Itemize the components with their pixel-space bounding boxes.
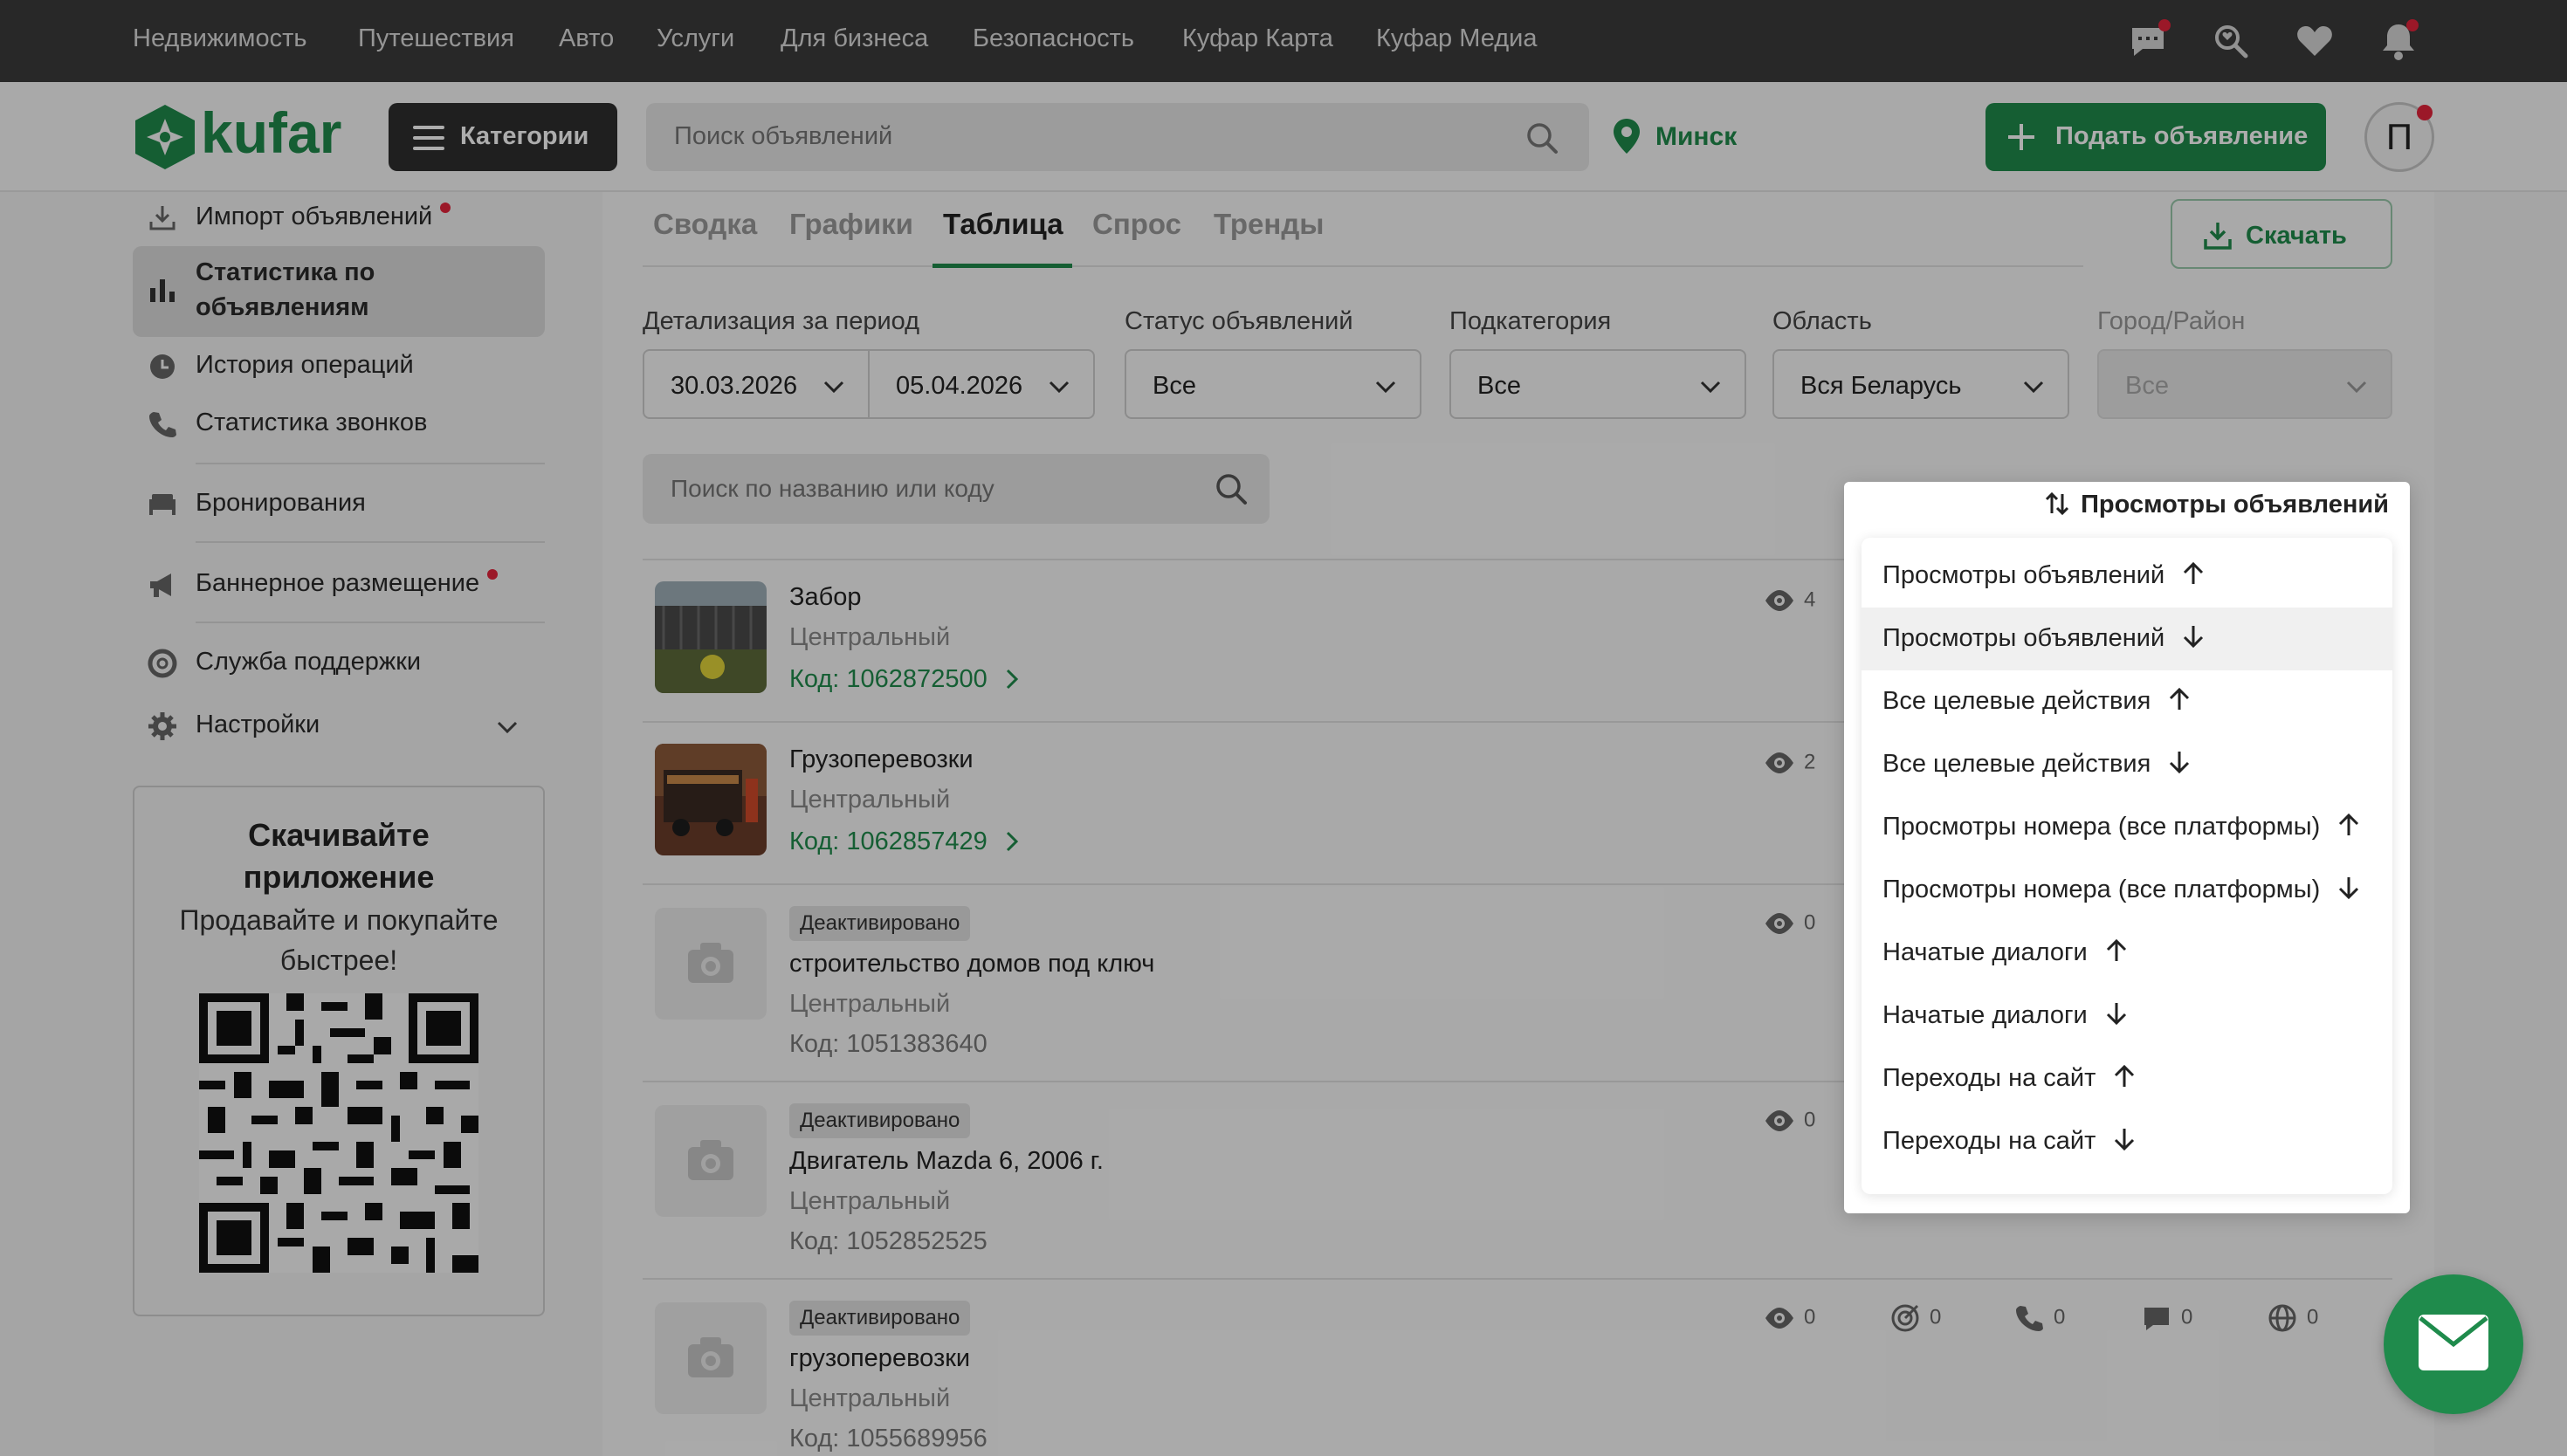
sort-option-targets-asc[interactable]: Все целевые действия [1862, 670, 2392, 733]
arrow-up-icon [2170, 688, 2190, 711]
arrow-up-icon [2106, 939, 2126, 962]
sort-options-list: Просмотры объявлений Просмотры объявлени… [1862, 538, 2392, 1194]
sort-icon [2046, 492, 2069, 516]
sort-option-label: Начатые диалоги [1882, 1001, 2088, 1029]
sort-current-label: Просмотры объявлений [2081, 491, 2389, 519]
sort-option-label: Переходы на сайт [1882, 1064, 2096, 1092]
arrow-down-icon [2339, 877, 2359, 900]
sort-option-label: Просмотры объявлений [1882, 624, 2165, 652]
sort-option-views-asc[interactable]: Просмотры объявлений [1862, 545, 2392, 608]
sort-option-label: Начатые диалоги [1882, 938, 2088, 966]
sort-option-dialogs-desc[interactable]: Начатые диалоги [1862, 985, 2392, 1047]
arrow-down-icon [2170, 752, 2190, 774]
contact-mail-button[interactable] [2384, 1274, 2523, 1414]
sort-option-label: Просмотры номера (все платформы) [1882, 813, 2321, 841]
sort-option-dialogs-asc[interactable]: Начатые диалоги [1862, 922, 2392, 985]
arrow-up-icon [2115, 1065, 2135, 1088]
sort-option-phone-views-desc[interactable]: Просмотры номера (все платформы) [1862, 859, 2392, 922]
mail-icon [2419, 1315, 2488, 1370]
sort-option-label: Переходы на сайт [1882, 1127, 2096, 1155]
sort-option-targets-desc[interactable]: Все целевые действия [1862, 733, 2392, 796]
sort-option-phone-views-asc[interactable]: Просмотры номера (все платформы) [1862, 796, 2392, 859]
sort-option-site-visits-asc[interactable]: Переходы на сайт [1862, 1047, 2392, 1110]
sort-option-label: Все целевые действия [1882, 750, 2151, 778]
arrow-down-icon [2106, 1003, 2126, 1026]
arrow-down-icon [2184, 626, 2204, 649]
sort-option-site-visits-desc[interactable]: Переходы на сайт [1862, 1110, 2392, 1173]
sort-option-label: Просмотры номера (все платформы) [1882, 876, 2321, 903]
sort-dropdown: Просмотры объявлений Просмотры объявлени… [1844, 482, 2410, 1213]
sort-option-label: Все целевые действия [1882, 687, 2151, 715]
arrow-down-icon [2115, 1129, 2135, 1151]
sort-trigger[interactable]: Просмотры объявлений [2044, 491, 2389, 519]
arrow-up-icon [2184, 562, 2204, 585]
sort-option-label: Просмотры объявлений [1882, 561, 2165, 589]
sort-option-views-desc[interactable]: Просмотры объявлений [1862, 608, 2392, 670]
arrow-up-icon [2339, 814, 2359, 836]
